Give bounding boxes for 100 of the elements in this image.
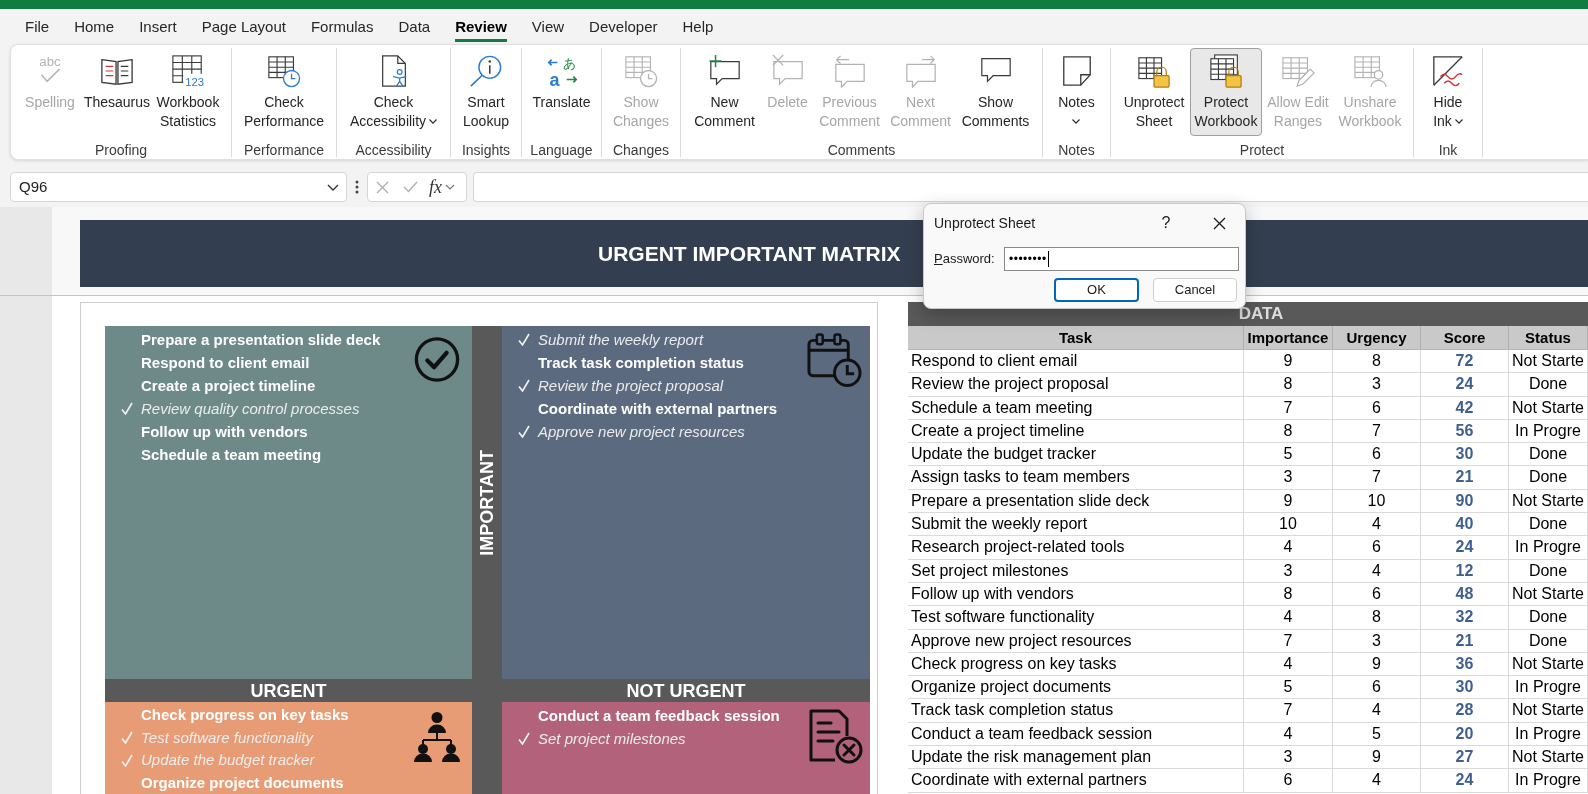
password-label: Password: [934, 249, 996, 268]
calendar-clock-icon [807, 332, 862, 388]
table-cell: 8 [1333, 606, 1421, 629]
table-cell: 72 [1421, 350, 1509, 373]
name-box[interactable]: Q96 [10, 172, 347, 202]
chevron-down-icon[interactable] [445, 184, 455, 190]
table-cell: 9 [1244, 489, 1333, 513]
table-cell: 21 [1421, 629, 1509, 652]
ribbon-button[interactable]: Thesaurus [83, 48, 151, 136]
table-cell: Create a project timeline [908, 419, 1244, 443]
table-cell: 9 [1333, 746, 1421, 769]
menu-tab[interactable]: Formulas [310, 11, 374, 42]
table-person-icon [1353, 54, 1387, 88]
table-cell: 4 [1244, 652, 1333, 676]
task-item: Update the budget tracker [141, 750, 315, 771]
menu-tab[interactable]: Home [74, 11, 115, 42]
table-cell: Not Starte [1509, 582, 1588, 606]
task-item: Schedule a team meeting [141, 444, 322, 465]
table-cell: Not Starte [1509, 350, 1588, 373]
dialog-button[interactable]: Cancel [1153, 278, 1237, 302]
table-cell: Follow up with vendors [908, 582, 1244, 606]
table-cell: 4 [1333, 769, 1421, 792]
formula-input[interactable] [473, 172, 1588, 202]
table-cell: Conduct a team feedback session [908, 722, 1244, 746]
table-cell: 5 [1333, 722, 1421, 746]
menu-tab[interactable]: View [531, 11, 565, 42]
table-cell: In Progre [1509, 722, 1588, 746]
task-item: Organize project documents [141, 772, 344, 793]
table-cell: Update the risk management plan [908, 746, 1244, 769]
menu-tab[interactable]: Review [455, 11, 507, 42]
insert-function-button[interactable]: fx [429, 177, 442, 197]
menu-tab[interactable]: File [25, 11, 50, 42]
table-cell: 21 [1421, 466, 1509, 489]
table-cell: Done [1509, 443, 1588, 466]
ribbon-button[interactable]: Unprotect Sheet [1118, 48, 1190, 136]
table-cell: Set project milestones [908, 559, 1244, 582]
help-button[interactable]: ? [1151, 210, 1181, 236]
table-cell: Track task completion status [908, 699, 1244, 722]
table-cell: Organize project documents [908, 676, 1244, 699]
task-item: Conduct a team feedback session [538, 705, 780, 726]
comment-x-icon [770, 54, 805, 88]
table-cell: 4 [1333, 559, 1421, 582]
table-cell: In Progre [1509, 419, 1588, 443]
table-clock-icon [267, 54, 301, 88]
dialog-title: Unprotect Sheet [934, 213, 1036, 233]
table-cell: 12 [1421, 559, 1509, 582]
password-field[interactable]: •••••••• [1004, 246, 1239, 271]
group-label: Language [530, 141, 593, 160]
table-cell: 3 [1244, 466, 1333, 489]
ribbon-button[interactable]: Protect Workbook [1190, 48, 1262, 136]
check-circle-icon [414, 336, 460, 383]
menu-tab[interactable]: Data [398, 11, 431, 42]
menu-tab[interactable]: Insert [139, 11, 177, 42]
group-label: Changes [612, 141, 669, 160]
ribbon-button[interactable]: a あ Translate [523, 48, 600, 136]
table-cell: 4 [1333, 513, 1421, 536]
table-cell: 9 [1333, 652, 1421, 676]
table-cell: 8 [1244, 419, 1333, 443]
ribbon-button[interactable]: Check Performance [236, 48, 332, 136]
group-label: Ink [1438, 141, 1458, 160]
column-header: Urgency [1333, 326, 1421, 349]
comment-left-arrow-icon [832, 54, 867, 88]
table-cell: 3 [1333, 629, 1421, 652]
group-label: Accessibility [355, 141, 432, 160]
task-item: Follow up with vendors [141, 421, 308, 442]
ribbon-button[interactable]: Hide Ink [1417, 48, 1479, 136]
table-cell: Check progress on key tasks [908, 652, 1244, 676]
comment-plus-icon [707, 54, 742, 88]
check-icon[interactable] [403, 181, 418, 193]
menu-tab[interactable]: Help [682, 11, 714, 42]
matrix-title: URGENT IMPORTANT MATRIX [598, 240, 901, 267]
dialog-button[interactable]: OK [1054, 278, 1139, 302]
menu-tab[interactable]: Page Layout [201, 11, 286, 42]
table-cell: Done [1509, 606, 1588, 629]
task-item: Approve new project resources [538, 421, 745, 442]
ribbon-button[interactable]: New Comment [689, 48, 760, 136]
ribbon-button[interactable]: 123 Workbook Statistics [151, 48, 225, 136]
table-cell: 24 [1421, 373, 1509, 396]
ribbon-button[interactable]: Check Accessibility [338, 48, 449, 136]
table-cell: Not Starte [1509, 699, 1588, 722]
table-cell: In Progre [1509, 536, 1588, 559]
vertical-dots-icon[interactable] [355, 180, 359, 194]
table-cell: Done [1509, 559, 1588, 582]
table-cell: Approve new project resources [908, 629, 1244, 652]
table-cell: 9 [1244, 350, 1333, 373]
column-header: Task [908, 326, 1244, 349]
table-cell: 4 [1244, 606, 1333, 629]
table-cell: 6 [1333, 582, 1421, 606]
ribbon-button[interactable]: Show Comments [957, 48, 1034, 136]
table-cell: 30 [1421, 676, 1509, 699]
table-cell: 6 [1333, 536, 1421, 559]
chevron-down-icon [327, 183, 339, 191]
pen-squiggle-icon [1431, 54, 1465, 88]
menu-tab[interactable]: Developer [589, 11, 658, 42]
ribbon-button[interactable]: Notes [1045, 48, 1108, 136]
ribbon-button[interactable]: Smart Lookup [453, 48, 519, 136]
task-item: Check progress on key tasks [141, 705, 349, 726]
table-cell: 27 [1421, 746, 1509, 769]
table-cell: 7 [1244, 396, 1333, 419]
table-cell: 4 [1333, 699, 1421, 722]
